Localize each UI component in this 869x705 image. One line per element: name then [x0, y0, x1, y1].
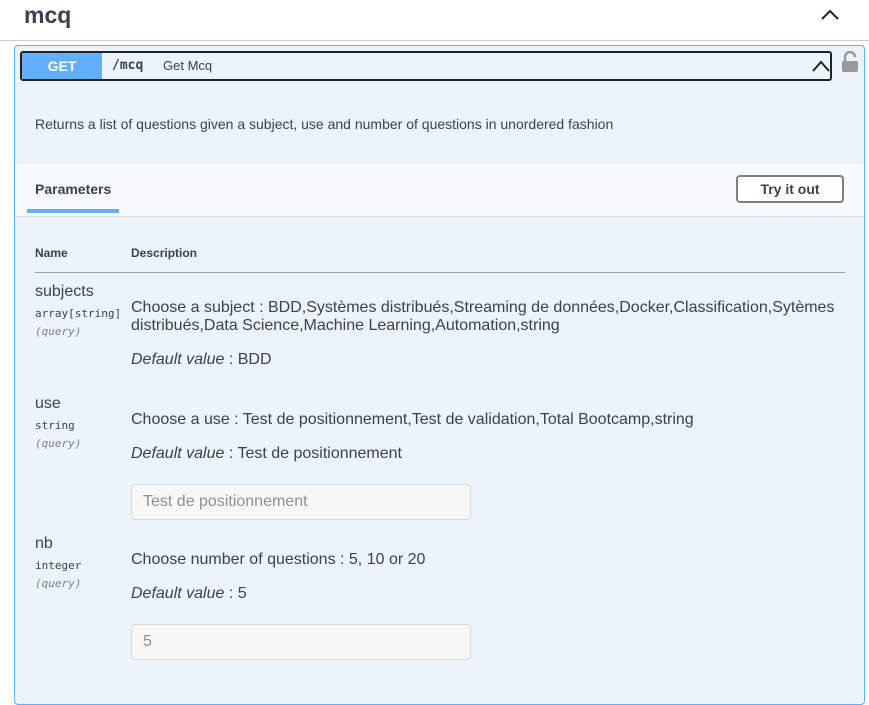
- param-default: Default value : Test de positionnement: [131, 445, 402, 463]
- default-separator: :: [224, 351, 238, 368]
- param-description: Choose a use : Test de positionnement,Te…: [131, 411, 694, 428]
- tab-underline: [27, 209, 119, 213]
- lock-icon[interactable]: [841, 51, 859, 73]
- header-divider: [35, 272, 845, 273]
- operation-description: Returns a list of questions given a subj…: [35, 116, 614, 132]
- default-value: 5: [237, 585, 247, 602]
- tag-title: mcq: [24, 2, 72, 28]
- default-value: BDD: [237, 351, 272, 368]
- default-separator: :: [224, 585, 238, 602]
- operation-path: /mcq: [112, 58, 144, 73]
- param-type: integer: [35, 559, 82, 572]
- operation-summary[interactable]: GET /mcq Get Mcq: [20, 51, 832, 81]
- default-label: Default value: [131, 585, 225, 602]
- param-default: Default value : 5: [131, 585, 247, 603]
- param-default: Default value : BDD: [131, 351, 272, 369]
- parameters-header: Parameters Try it out: [15, 164, 864, 217]
- param-location: (query): [35, 437, 82, 450]
- nb-input[interactable]: [131, 624, 471, 660]
- operation-block: GET /mcq Get Mcq Returns a list of quest…: [14, 45, 865, 705]
- param-location: (query): [35, 325, 82, 338]
- param-location: (query): [35, 577, 82, 590]
- tab-parameters[interactable]: Parameters: [35, 181, 111, 197]
- try-it-out-button[interactable]: Try it out: [736, 175, 844, 203]
- param-description: Choose a subject : BDD,Systèmes distribu…: [131, 299, 835, 334]
- param-name: subjects: [35, 283, 94, 300]
- param-name: nb: [35, 535, 53, 552]
- default-label: Default value: [131, 351, 225, 368]
- param-description: Choose number of questions : 5, 10 or 20: [131, 551, 426, 568]
- default-label: Default value: [131, 445, 225, 462]
- param-type: string: [35, 419, 75, 432]
- method-badge: GET: [22, 53, 102, 79]
- operation-summary-text: Get Mcq: [163, 58, 213, 73]
- default-separator: :: [224, 445, 238, 462]
- use-input[interactable]: [131, 484, 471, 520]
- column-header-name: Name: [35, 246, 68, 260]
- param-type: array[string]: [35, 307, 122, 320]
- chevron-up-icon[interactable]: [817, 3, 843, 25]
- param-name: use: [35, 395, 61, 412]
- chevron-up-icon[interactable]: [810, 55, 832, 75]
- tag-header[interactable]: mcq: [0, 0, 869, 41]
- default-value: Test de positionnement: [237, 445, 402, 462]
- column-header-description: Description: [131, 246, 198, 260]
